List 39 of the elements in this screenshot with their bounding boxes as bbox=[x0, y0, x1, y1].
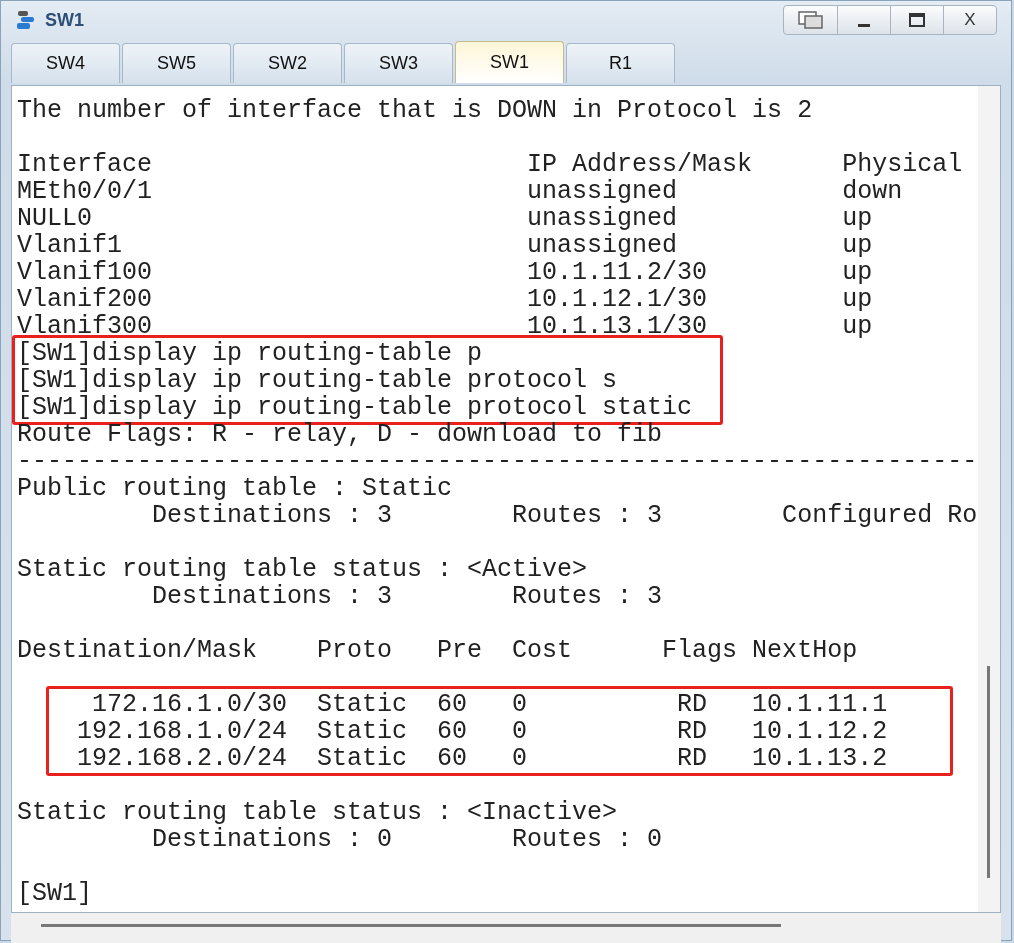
terminal-line: Vlanif300 10.1.13.1/30 up bbox=[17, 313, 873, 340]
window-title: SW1 bbox=[45, 9, 85, 31]
tab[interactable]: SW3 bbox=[344, 43, 453, 83]
minimize-icon bbox=[858, 23, 870, 27]
terminal-line: Destinations : 3 Routes : 3 Configured Ro bbox=[151, 502, 978, 529]
terminal-line: Interface IP Address/Mask Physical bbox=[17, 151, 963, 178]
terminal-line: [SW1]display ip routing-table protocol static bbox=[17, 394, 693, 421]
terminal-line: Vlanif100 10.1.11.2/30 up bbox=[17, 259, 873, 286]
terminal-line: Static routing table status : <Active> bbox=[17, 556, 588, 583]
terminal-line: The number of interface that is DOWN in Protocol is 2 bbox=[17, 97, 813, 124]
terminal-line: 192.168.1.0/24 Static 60 0 RD 10.1.12.2 bbox=[76, 718, 888, 745]
terminal-line: [SW1]display ip routing-table protocol s bbox=[17, 367, 618, 394]
terminal-line: 172.16.1.0/30 Static 60 0 RD 10.1.11.1 bbox=[91, 691, 888, 718]
app-icon bbox=[15, 9, 37, 31]
tab[interactable]: SW1 bbox=[455, 41, 564, 83]
stacked-windows-icon bbox=[797, 11, 824, 29]
vertical-scrollbar[interactable] bbox=[978, 86, 1000, 912]
terminal-line: Destinations : 3 Routes : 3 bbox=[151, 583, 663, 610]
close-button[interactable]: X bbox=[943, 6, 996, 34]
terminal-line: 192.168.2.0/24 Static 60 0 RD 10.1.13.2 bbox=[76, 745, 888, 772]
terminal-line: MEth0/0/1 unassigned down bbox=[17, 178, 903, 205]
terminal-line: Vlanif200 10.1.12.1/30 up bbox=[17, 286, 873, 313]
terminal-line: [SW1] bbox=[17, 880, 92, 907]
terminal-line: ---------------------------------------------------------------- bbox=[17, 448, 978, 475]
terminal-line: Destination/Mask Proto Pre Cost Flags NextHop bbox=[17, 637, 858, 664]
terminal-line: NULL0 unassigned up bbox=[17, 205, 873, 232]
tab[interactable]: SW5 bbox=[122, 43, 231, 83]
terminal-line: Static routing table status : <Inactive> bbox=[17, 799, 618, 826]
terminal-line: Vlanif1 unassigned up bbox=[17, 232, 873, 259]
tab[interactable]: SW2 bbox=[233, 43, 342, 83]
terminal-line: Destinations : 0 Routes : 0 bbox=[151, 826, 663, 853]
terminal-line: Route Flags: R - relay, D - download to fib bbox=[17, 421, 663, 448]
tab[interactable]: R1 bbox=[566, 43, 675, 83]
tab[interactable]: SW4 bbox=[11, 43, 120, 83]
horizontal-scrollbar[interactable] bbox=[41, 924, 781, 927]
maximize-icon bbox=[909, 13, 925, 27]
terminal-line: [SW1]display ip routing-table p bbox=[17, 340, 483, 367]
terminal-line: Public routing table : Static bbox=[17, 475, 453, 502]
scrollbar-thumb[interactable] bbox=[987, 666, 990, 878]
